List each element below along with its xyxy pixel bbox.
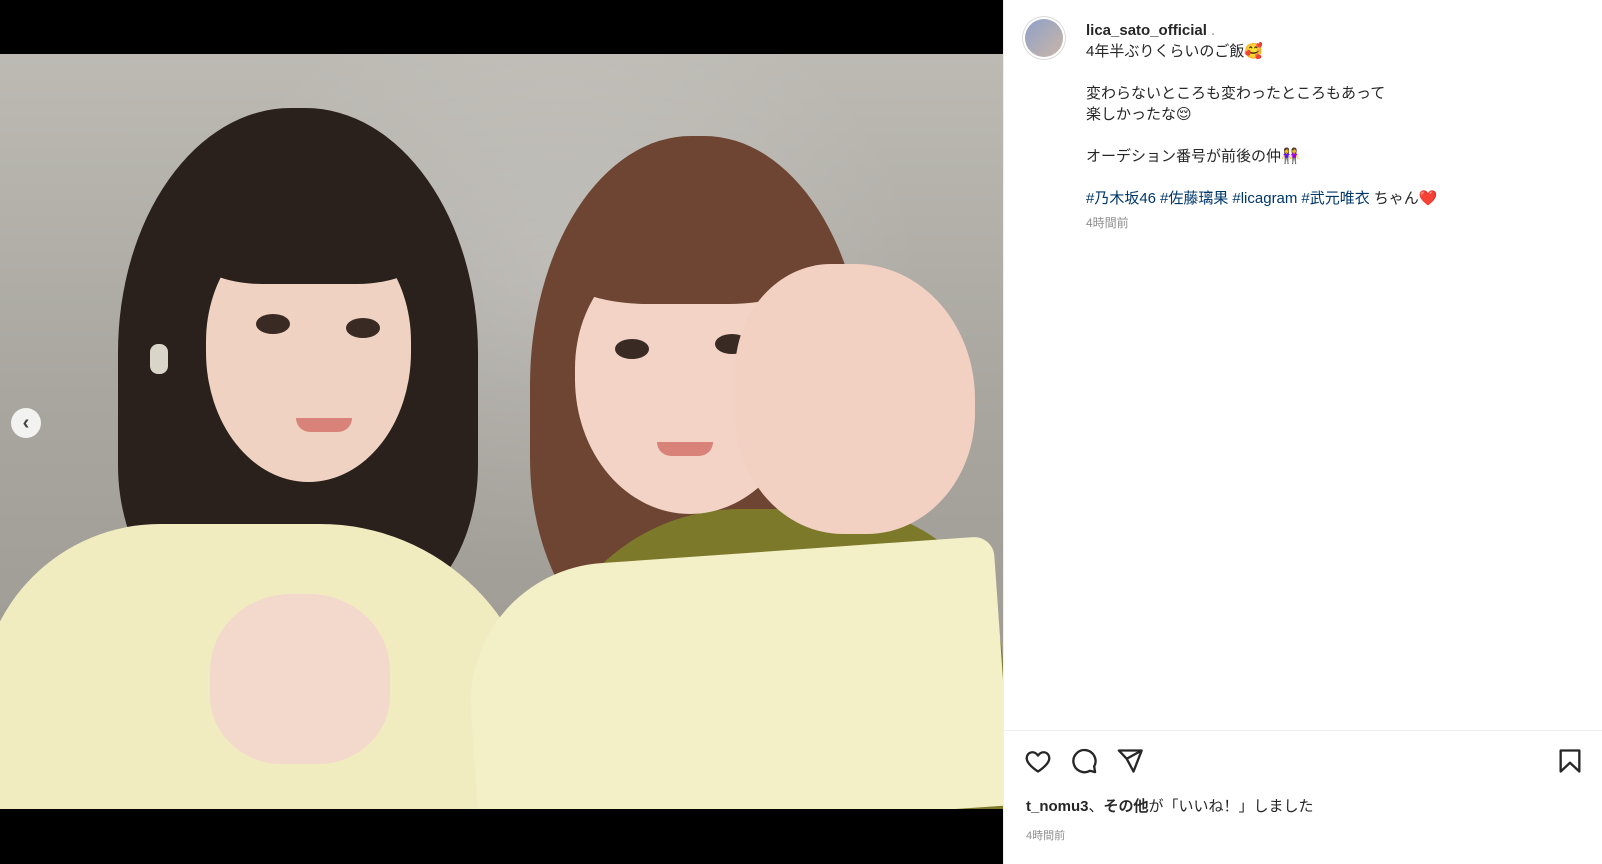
bookmark-icon[interactable] — [1556, 747, 1584, 775]
hashtag-link[interactable]: #licagram — [1232, 190, 1297, 207]
heart-icon[interactable] — [1024, 747, 1052, 775]
peace-sign-hand — [210, 594, 390, 764]
caption-line: 変わらないところも変わったところもあって — [1086, 85, 1386, 102]
mouth — [657, 442, 713, 456]
post-photo[interactable] — [0, 54, 1003, 809]
post-timestamp[interactable]: 4時間前 — [1026, 827, 1065, 843]
peace-sign-hand — [735, 264, 975, 534]
send-icon[interactable] — [1116, 747, 1144, 775]
username-link[interactable]: lica_sato_official — [1086, 22, 1207, 39]
post-details-panel: lica_sato_official. 4年半ぶりくらいのご飯🥰 変わらないとこ… — [1003, 0, 1602, 864]
liker-username[interactable]: t_nomu3 — [1026, 798, 1089, 815]
hashtag-link[interactable]: #武元唯衣 — [1301, 190, 1369, 207]
likes-sep: 、 — [1088, 798, 1104, 815]
caption-text: ちゃん❤️ — [1373, 190, 1438, 207]
post-media: ‹ — [0, 0, 1003, 864]
divider — [1004, 730, 1602, 731]
chevron-left-icon[interactable]: ‹ — [11, 408, 41, 438]
post-caption: lica_sato_official. 4年半ぶりくらいのご飯🥰 変わらないとこ… — [1086, 20, 1576, 234]
hashtag-line: #乃木坂46 #佐藤璃果 #licagram #武元唯衣 ちゃん❤️ — [1086, 188, 1576, 209]
hashtag-link[interactable]: #佐藤璃果 — [1160, 190, 1228, 207]
caption-line: 楽しかったな😌 — [1086, 106, 1192, 123]
separator: . — [1210, 22, 1216, 39]
mouth — [296, 418, 352, 432]
likes-suffix: が「いいね！」しました — [1148, 798, 1314, 815]
action-bar — [1024, 747, 1584, 775]
caption-timestamp: 4時間前 — [1086, 216, 1129, 230]
avatar[interactable] — [1025, 19, 1063, 57]
hashtag-link[interactable]: #乃木坂46 — [1086, 190, 1156, 207]
earring — [150, 344, 168, 374]
eye — [256, 314, 290, 334]
person-left-bangs — [192, 174, 427, 284]
eye — [615, 339, 649, 359]
likes-summary: t_nomu3、その他が「いいね！」しました — [1026, 795, 1314, 816]
caption-line: 4年半ぶりくらいのご飯🥰 — [1086, 43, 1264, 60]
likes-others-link[interactable]: その他 — [1104, 798, 1149, 815]
comment-icon[interactable] — [1070, 747, 1098, 775]
eye — [346, 318, 380, 338]
caption-line: オーデション番号が前後の仲👭 — [1086, 148, 1300, 165]
